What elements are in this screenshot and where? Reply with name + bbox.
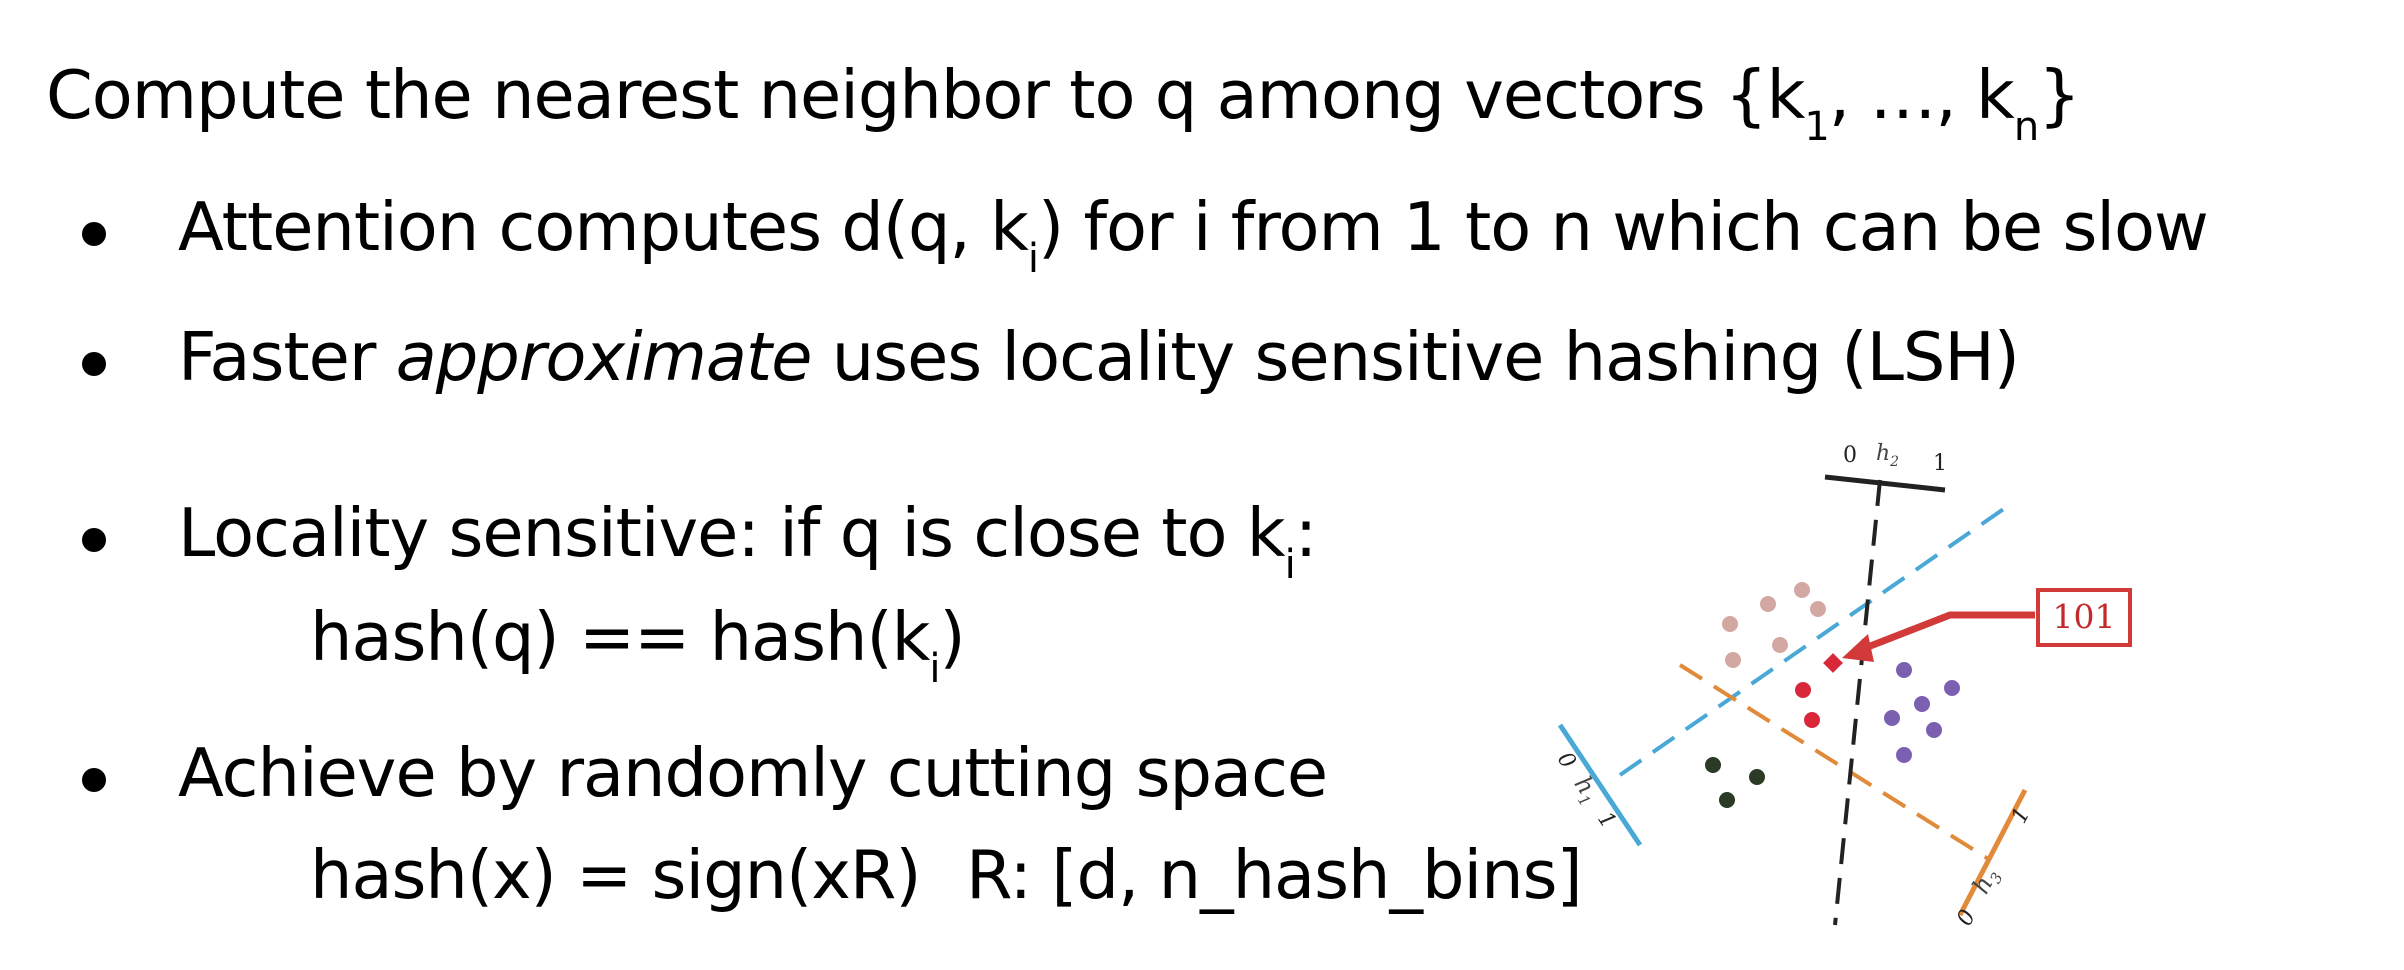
bullet-3-before: Locality sensitive: if q is close to k bbox=[178, 494, 1286, 572]
purple-dot bbox=[1884, 710, 1900, 726]
bullet-3-after: : bbox=[1294, 494, 1318, 572]
heading-text-before: Compute the nearest neighbor to q among … bbox=[46, 56, 1805, 134]
bullet-3-text: Locality sensitive: if q is close to ki: bbox=[178, 500, 1317, 586]
bullet-3-detail-after: ) bbox=[939, 598, 966, 676]
purple-dot bbox=[1914, 696, 1930, 712]
bullet-4-text: Achieve by randomly cutting space bbox=[178, 734, 1328, 812]
h2-cut-line bbox=[1833, 479, 1882, 926]
purple-dot bbox=[1896, 662, 1912, 678]
bullet-4-detail-formula: hash(x) = sign(xR) bbox=[310, 836, 922, 914]
h3-zero-label: 0 bbox=[1952, 906, 1981, 930]
h3-cut-line bbox=[1678, 663, 1992, 862]
purple-dot bbox=[1926, 722, 1942, 738]
bullet-3-subscript: i bbox=[1284, 542, 1296, 588]
heading-text-middle: , …, k bbox=[1828, 56, 2015, 134]
lsh-hyperplane-diagram: 101 0 h2 1 0 h1 1 0 h3 1 bbox=[1552, 441, 2132, 930]
heading-subscript-1: 1 bbox=[1804, 104, 1829, 150]
bullet-1-after: ) for i from 1 to n which can be slow bbox=[1038, 188, 2209, 266]
pink-dot bbox=[1794, 582, 1810, 598]
red-dot bbox=[1804, 712, 1820, 728]
bullet-marker-4 bbox=[82, 768, 106, 792]
purple-dot-cluster bbox=[1884, 662, 1960, 763]
dark-dot-cluster bbox=[1705, 757, 1765, 808]
bullet-1-subscript: i bbox=[1027, 236, 1039, 282]
hash-arrow-line bbox=[1858, 611, 2035, 654]
slide-heading: Compute the nearest neighbor to q among … bbox=[46, 62, 2081, 148]
purple-dot bbox=[1896, 747, 1912, 763]
bullet-3-detail-subscript: i bbox=[929, 646, 940, 692]
bullet-2-emphasis: approximate bbox=[395, 318, 813, 396]
h2-letter: h bbox=[1876, 441, 1890, 466]
h1-cut-line bbox=[1618, 506, 2007, 777]
query-point bbox=[1823, 653, 1843, 673]
dark-dot bbox=[1719, 792, 1735, 808]
bullet-4-detail-shape: R: [d, n_hash_bins] bbox=[966, 836, 1583, 914]
red-dot-cluster bbox=[1795, 682, 1820, 728]
h3-one-label: 1 bbox=[2007, 804, 2036, 828]
bullet-2-after: uses locality sensitive hashing (LSH) bbox=[811, 318, 2020, 396]
dark-dot bbox=[1705, 757, 1721, 773]
h2-index: 2 bbox=[1889, 454, 1899, 470]
dark-dot bbox=[1749, 769, 1765, 785]
h2-one-label: 1 bbox=[1933, 451, 1947, 476]
h2-zero-label: 0 bbox=[1843, 443, 1857, 468]
bullet-marker-3 bbox=[82, 528, 106, 552]
heading-subscript-n: n bbox=[2013, 104, 2039, 150]
pink-dot bbox=[1722, 616, 1738, 632]
h2-name-label: h2 bbox=[1876, 441, 1899, 470]
pink-dot-cluster bbox=[1722, 582, 1826, 668]
bullet-2-plain: Faster bbox=[178, 318, 396, 396]
red-dot bbox=[1795, 682, 1811, 698]
bullet-3-detail-before: hash(q) == hash(k bbox=[310, 598, 930, 676]
h1-one-label: 1 bbox=[1592, 807, 1621, 833]
purple-dot bbox=[1944, 680, 1960, 696]
pink-dot bbox=[1810, 601, 1826, 617]
hash-arrow-head bbox=[1842, 634, 1874, 662]
h1-zero-label: 0 bbox=[1552, 748, 1581, 774]
h2-axis bbox=[1824, 474, 1946, 493]
h1-name-label: h1 bbox=[1565, 771, 1606, 810]
bullet-3-detail: hash(q) == hash(ki) bbox=[310, 604, 966, 690]
bullet-marker-1 bbox=[82, 222, 106, 246]
slide: Compute the nearest neighbor to q among … bbox=[0, 0, 2404, 970]
pink-dot bbox=[1760, 596, 1776, 612]
pink-dot bbox=[1725, 652, 1741, 668]
hash-code-label: 101 bbox=[2053, 597, 2116, 636]
pink-dot bbox=[1772, 637, 1788, 653]
bullet-marker-2 bbox=[82, 352, 106, 376]
bullet-1-text: Attention computes d(q, ki) for i from 1… bbox=[178, 194, 2209, 280]
bullet-1-before: Attention computes d(q, k bbox=[178, 188, 1029, 266]
heading-text-after: } bbox=[2038, 56, 2081, 134]
bullet-2-text: Faster approximate uses locality sensiti… bbox=[178, 324, 2020, 391]
